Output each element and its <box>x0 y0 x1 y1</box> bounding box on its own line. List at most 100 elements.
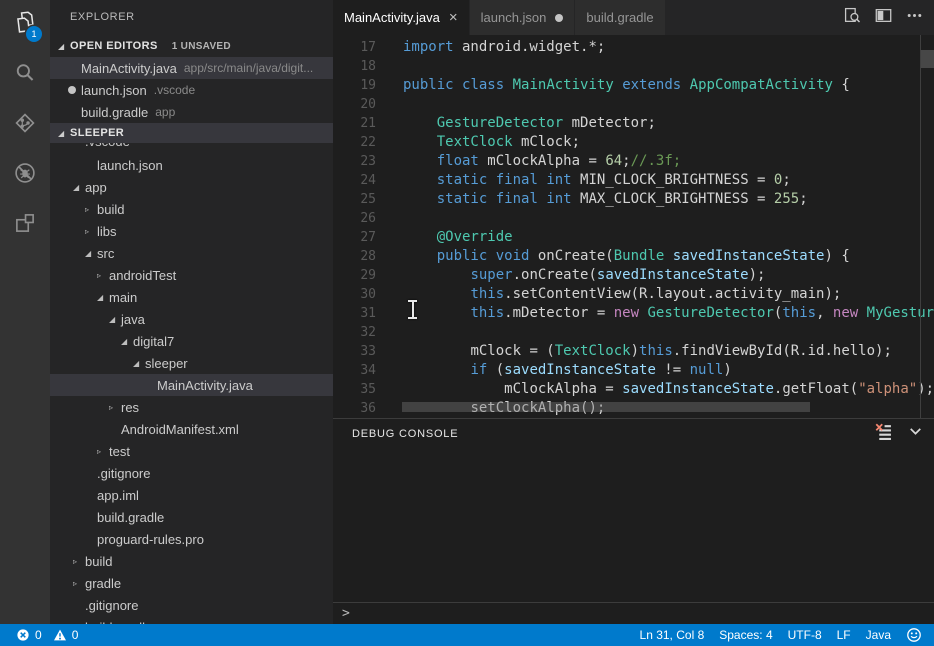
code-editor[interactable]: 16import android.view.GestureDetector;17… <box>333 35 934 418</box>
editor-actions <box>843 0 934 35</box>
tree-item-digital7[interactable]: ◢digital7 <box>50 330 333 352</box>
tree-item-androidtest[interactable]: ▹androidTest <box>50 264 333 286</box>
close-icon[interactable]: × <box>449 10 458 25</box>
status-item-utf-8[interactable]: UTF-8 <box>788 628 822 642</box>
tree-item-mainactivity-java[interactable]: MainActivity.java <box>50 374 333 396</box>
code-line-23[interactable]: 23 float mClockAlpha = 64;//.3f; <box>333 152 934 171</box>
tree-item-androidmanifest-xml[interactable]: AndroidManifest.xml <box>50 418 333 440</box>
code-line-18[interactable]: 18 <box>333 57 934 76</box>
clear-console-button[interactable] <box>874 425 892 443</box>
tree-item-proguard-rules-pro[interactable]: proguard-rules.pro <box>50 528 333 550</box>
line-content: super.onCreate(savedInstanceState); <box>403 266 765 285</box>
split-editor-button[interactable] <box>874 9 892 27</box>
code-line-19[interactable]: 19public class MainActivity extends AppC… <box>333 76 934 95</box>
code-line-29[interactable]: 29 super.onCreate(savedInstanceState); <box>333 266 934 285</box>
line-number[interactable]: 32 <box>333 323 403 342</box>
tree-item-build-gradle[interactable]: build.gradle <box>50 616 333 624</box>
line-number[interactable]: 18 <box>333 57 403 76</box>
tab-mainactivity-java[interactable]: MainActivity.java × <box>333 0 470 35</box>
tree-item-app[interactable]: ◢app <box>50 176 333 198</box>
line-number[interactable]: 25 <box>333 190 403 209</box>
line-number[interactable]: 24 <box>333 171 403 190</box>
collapse-panel-button[interactable] <box>906 425 924 443</box>
tree-item-java[interactable]: ◢java <box>50 308 333 330</box>
line-number[interactable]: 31 <box>333 304 403 323</box>
horizontal-scrollbar-thumb[interactable] <box>402 402 810 412</box>
tree-item-res[interactable]: ▹res <box>50 396 333 418</box>
open-preview-button[interactable] <box>843 9 861 27</box>
status-item-spaces-4[interactable]: Spaces: 4 <box>719 628 772 642</box>
activity-source-control-button[interactable] <box>0 100 50 150</box>
open-editor-item-launch-json[interactable]: launch.json.vscode <box>50 79 333 101</box>
debug-console-input[interactable]: > <box>333 602 934 624</box>
folder-section-header[interactable]: ◢ SLEEPER <box>50 123 333 143</box>
vertical-scrollbar-thumb[interactable] <box>921 50 934 68</box>
line-number[interactable]: 17 <box>333 38 403 57</box>
line-number[interactable]: 33 <box>333 342 403 361</box>
tree-item-test[interactable]: ▹test <box>50 440 333 462</box>
code-line-17[interactable]: 17import android.widget.*; <box>333 38 934 57</box>
problems-status[interactable]: 0 0 <box>0 628 78 642</box>
activity-search-button[interactable] <box>0 50 50 100</box>
status-item-java[interactable]: Java <box>866 628 891 642</box>
line-number[interactable]: 22 <box>333 133 403 152</box>
scrollbar-gutter-border <box>920 35 921 418</box>
tab-launch-json[interactable]: launch.json <box>470 0 576 35</box>
open-editor-item-mainactivity-java[interactable]: MainActivity.javaapp/src/main/java/digit… <box>50 57 333 79</box>
tab-label: MainActivity.java <box>344 10 440 25</box>
tree-item-build[interactable]: ▹build <box>50 550 333 572</box>
line-content: static final int MAX_CLOCK_BRIGHTNESS = … <box>403 190 808 209</box>
code-line-25[interactable]: 25 static final int MAX_CLOCK_BRIGHTNESS… <box>333 190 934 209</box>
tree-item-build-gradle[interactable]: build.gradle <box>50 506 333 528</box>
line-number[interactable]: 28 <box>333 247 403 266</box>
activity-explorer-button[interactable]: 1 <box>0 0 50 50</box>
code-line-22[interactable]: 22 TextClock mClock; <box>333 133 934 152</box>
tree-item-gitignore[interactable]: .gitignore <box>50 594 333 616</box>
tree-item-gradle[interactable]: ▹gradle <box>50 572 333 594</box>
tree-item-launch-json[interactable]: launch.json <box>50 154 333 176</box>
code-line-33[interactable]: 33 mClock = (TextClock)this.findViewById… <box>333 342 934 361</box>
status-item-lf[interactable]: LF <box>837 628 851 642</box>
panel-tab-debug-console[interactable]: DEBUG CONSOLE <box>352 428 458 440</box>
status-item-ln-31-col-8[interactable]: Ln 31, Col 8 <box>640 628 705 642</box>
line-number[interactable]: 23 <box>333 152 403 171</box>
feedback-smiley-icon[interactable] <box>906 627 922 643</box>
line-number[interactable]: 21 <box>333 114 403 133</box>
more-actions-button[interactable] <box>905 9 923 27</box>
line-number[interactable]: 29 <box>333 266 403 285</box>
code-line-28[interactable]: 28 public void onCreate(Bundle savedInst… <box>333 247 934 266</box>
file-description: app/src/main/java/digit... <box>184 61 313 75</box>
code-line-24[interactable]: 24 static final int MIN_CLOCK_BRIGHTNESS… <box>333 171 934 190</box>
line-number[interactable]: 20 <box>333 95 403 114</box>
code-line-21[interactable]: 21 GestureDetector mDetector; <box>333 114 934 133</box>
tree-item-build[interactable]: ▹build <box>50 198 333 220</box>
open-editors-header[interactable]: ◢ OPEN EDITORS 1 UNSAVED <box>50 35 333 57</box>
line-number[interactable]: 26 <box>333 209 403 228</box>
activity-debug-button[interactable] <box>0 150 50 200</box>
tree-item-partial-top[interactable]: .vscode <box>50 143 333 154</box>
tree-item-main[interactable]: ◢main <box>50 286 333 308</box>
line-number[interactable]: 27 <box>333 228 403 247</box>
tab-build-gradle[interactable]: build.gradle <box>575 0 665 35</box>
chevron-expanded-icon: ◢ <box>58 129 70 138</box>
line-number[interactable]: 19 <box>333 76 403 95</box>
code-line-31[interactable]: 31 this.mDetector = new GestureDetector(… <box>333 304 934 323</box>
line-number[interactable]: 36 <box>333 399 403 418</box>
tree-item-src[interactable]: ◢src <box>50 242 333 264</box>
code-line-20[interactable]: 20 <box>333 95 934 114</box>
tree-item-libs[interactable]: ▹libs <box>50 220 333 242</box>
tree-item-sleeper[interactable]: ◢sleeper <box>50 352 333 374</box>
code-line-34[interactable]: 34 if (savedInstanceState != null) <box>333 361 934 380</box>
line-number[interactable]: 35 <box>333 380 403 399</box>
code-line-26[interactable]: 26 <box>333 209 934 228</box>
activity-extensions-button[interactable] <box>0 200 50 250</box>
line-number[interactable]: 30 <box>333 285 403 304</box>
code-line-27[interactable]: 27 @Override <box>333 228 934 247</box>
code-line-32[interactable]: 32 <box>333 323 934 342</box>
line-number[interactable]: 34 <box>333 361 403 380</box>
tree-item-gitignore[interactable]: .gitignore <box>50 462 333 484</box>
code-line-30[interactable]: 30 this.setContentView(R.layout.activity… <box>333 285 934 304</box>
code-line-35[interactable]: 35 mClockAlpha = savedInstanceState.getF… <box>333 380 934 399</box>
open-editor-item-build-gradle[interactable]: build.gradleapp <box>50 101 333 123</box>
tree-item-app-iml[interactable]: app.iml <box>50 484 333 506</box>
